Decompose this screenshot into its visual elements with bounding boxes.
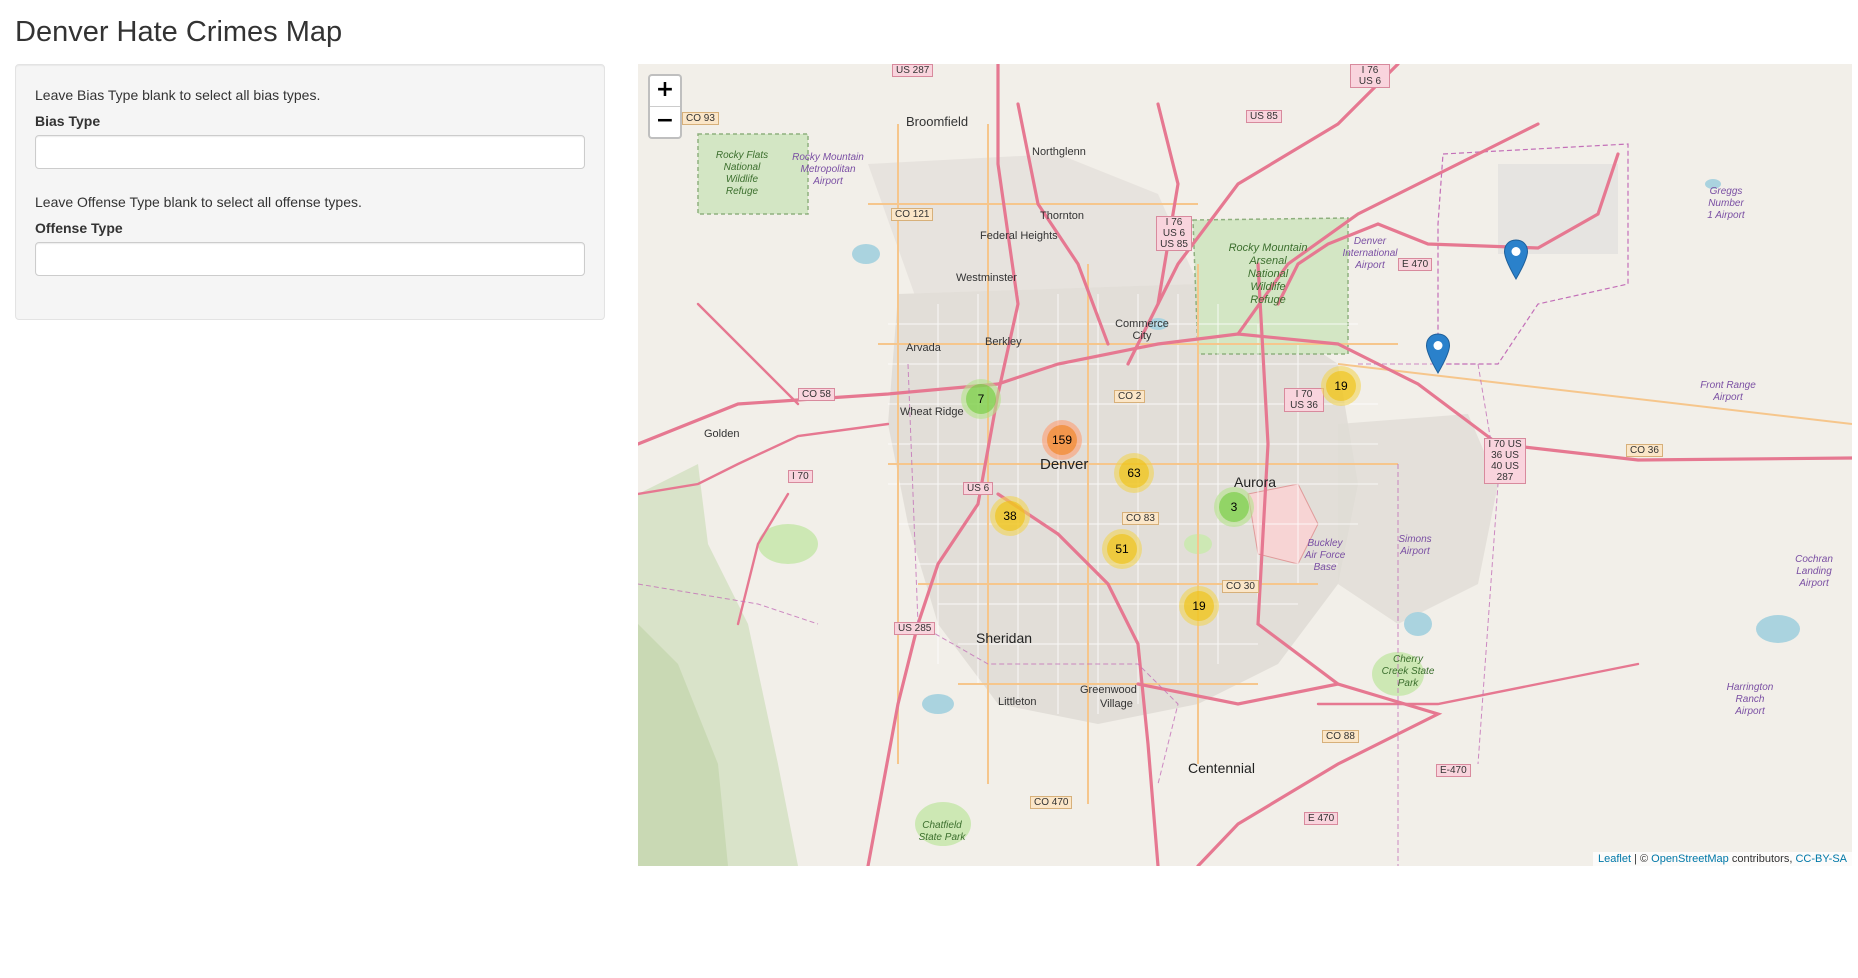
cluster-count: 51 xyxy=(1107,534,1137,564)
marker-cluster[interactable]: 7 xyxy=(961,379,1001,419)
bias-type-select[interactable] xyxy=(35,135,585,169)
marker-cluster[interactable]: 159 xyxy=(1042,420,1082,460)
cluster-count: 159 xyxy=(1047,425,1077,455)
map-pin-icon[interactable] xyxy=(1503,239,1529,280)
bias-help-text: Leave Bias Type blank to select all bias… xyxy=(35,87,321,103)
cluster-count: 63 xyxy=(1119,458,1149,488)
map-container[interactable]: Broomfield Northglenn Thornton Federal H… xyxy=(638,64,1852,866)
cluster-count: 3 xyxy=(1219,492,1249,522)
marker-cluster[interactable]: 51 xyxy=(1102,529,1142,569)
page-title: Denver Hate Crimes Map xyxy=(15,16,343,48)
bias-type-label: Bias Type xyxy=(35,113,101,129)
cluster-count: 19 xyxy=(1326,371,1356,401)
map-attribution: Leaflet | © OpenStreetMap contributors, … xyxy=(1592,852,1852,866)
marker-cluster[interactable]: 19 xyxy=(1321,366,1361,406)
map-pin-icon[interactable] xyxy=(1425,333,1451,374)
leaflet-link[interactable]: Leaflet xyxy=(1598,853,1631,865)
basemap-tiles xyxy=(638,64,1852,866)
offense-help-text: Leave Offense Type blank to select all o… xyxy=(35,194,362,210)
cluster-count: 38 xyxy=(995,501,1025,531)
marker-cluster[interactable]: 63 xyxy=(1114,453,1154,493)
zoom-in-button[interactable]: + xyxy=(650,76,680,106)
zoom-control: + − xyxy=(648,74,682,139)
marker-cluster[interactable]: 3 xyxy=(1214,487,1254,527)
cluster-count: 7 xyxy=(966,384,996,414)
marker-cluster[interactable]: 19 xyxy=(1179,586,1219,626)
zoom-out-button[interactable]: − xyxy=(650,106,680,137)
offense-type-label: Offense Type xyxy=(35,220,123,236)
marker-cluster[interactable]: 38 xyxy=(990,496,1030,536)
license-link[interactable]: CC-BY-SA xyxy=(1795,853,1847,865)
offense-type-select[interactable] xyxy=(35,242,585,276)
osm-link[interactable]: OpenStreetMap xyxy=(1651,853,1729,865)
cluster-count: 19 xyxy=(1184,591,1214,621)
filter-panel: Leave Bias Type blank to select all bias… xyxy=(15,64,605,320)
